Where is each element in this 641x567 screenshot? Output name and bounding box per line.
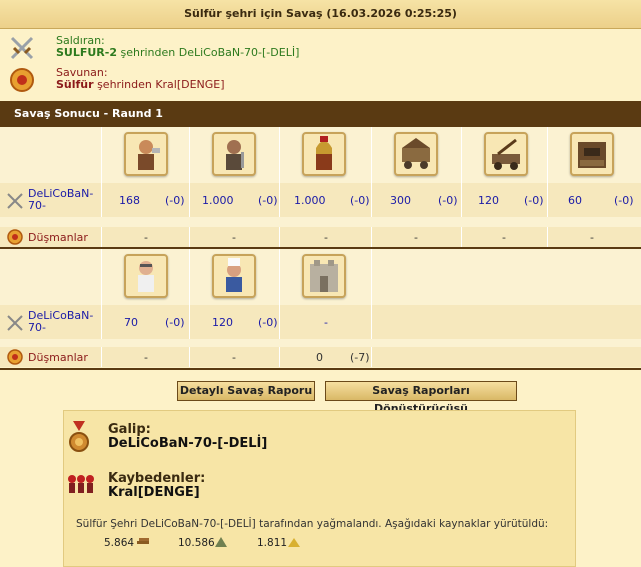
attacker-block: Saldıran: SULFUR-2 şehrinden DeLiCoBaN-7…: [8, 34, 608, 62]
spacer-row: [0, 339, 641, 347]
result-panel: Galip: DeLiCoBaN-70-[-DELİ] Kaybedenler:…: [63, 410, 576, 567]
enemy-value: -: [144, 351, 148, 364]
mortar-icon[interactable]: [570, 132, 614, 176]
unit-cell: [102, 127, 190, 183]
wall-icon[interactable]: [302, 254, 346, 298]
unit-count: 70: [124, 316, 138, 329]
enemy-value: -: [502, 231, 506, 244]
cook-icon[interactable]: [212, 254, 256, 298]
unit-cell: [462, 127, 548, 183]
wood-icon: [137, 538, 149, 544]
unit-count: 1.000: [202, 194, 234, 207]
enemies-label: Düşmanlar: [28, 351, 88, 364]
catapult-icon[interactable]: [484, 132, 528, 176]
unit-image-row: [0, 127, 641, 183]
unit-count: 300: [390, 194, 411, 207]
unit-cell: [548, 127, 641, 183]
unit-loss: (-0): [350, 194, 370, 207]
unit-loss: (-0): [614, 194, 634, 207]
shield-icon: [7, 229, 23, 245]
winner-name: DeLiCoBaN-70-[-DELİ]: [108, 436, 268, 451]
detailed-report-button[interactable]: Detaylı Savaş Raporu: [177, 381, 315, 401]
resource-amount: 10.586: [178, 537, 215, 549]
enemies-label: Düşmanlar: [28, 231, 88, 244]
unit-loss: (-0): [524, 194, 544, 207]
crossed-swords-icon: [10, 36, 34, 60]
unit-count: 1.000: [294, 194, 326, 207]
enemies-row: Düşmanlar - - 0 (-7): [0, 347, 641, 367]
divider: [0, 368, 641, 370]
winner-label: Galip:: [108, 422, 151, 437]
unit-count: 168: [119, 194, 140, 207]
marble-icon: [215, 537, 227, 547]
enemy-value: -: [324, 231, 328, 244]
player-row: DeLiCoBaN-70- 168 (-0) 1.000 (-0) 1.000 (-0…: [0, 183, 641, 217]
report-converter-button[interactable]: Savaş Raporları Dönüştürücüsü: [325, 381, 517, 415]
hoplite-icon[interactable]: [124, 132, 168, 176]
sulfur-icon: [288, 538, 300, 547]
enemy-value: -: [144, 231, 148, 244]
medal-icon: [69, 421, 89, 452]
enemies-row: Düşmanlar - - - - - -: [0, 227, 641, 247]
combat-title: Sülfür şehri için Savaş (16.03.2026 0:25…: [0, 0, 641, 29]
unit-loss: (-0): [165, 194, 185, 207]
defender-description: Sülfür şehrinden Kral[DENGE]: [56, 78, 225, 91]
fallen-soldiers-icon: [68, 475, 94, 493]
crossed-swords-icon: [7, 315, 23, 331]
player-row: DeLiCoBaN-70- 70 (-0) 120 (-0) -: [0, 305, 641, 339]
player-name-link[interactable]: DeLiCoBaN-70-: [28, 310, 101, 334]
attacker-rest: şehrinden DeLiCoBaN-70-[-DELİ]: [117, 46, 300, 59]
player-name-link[interactable]: DeLiCoBaN-70-: [28, 188, 101, 212]
ram-icon[interactable]: [394, 132, 438, 176]
losers-label: Kaybedenler:: [108, 471, 206, 486]
enemy-value: -: [232, 231, 236, 244]
enemy-value: -: [414, 231, 418, 244]
defender-rest: şehrinden Kral[DENGE]: [93, 78, 225, 91]
unit-count: 60: [568, 194, 582, 207]
unit-loss: (-0): [258, 316, 278, 329]
enemy-wall-loss: (-7): [350, 351, 370, 364]
resource-amount: 5.864: [104, 537, 135, 549]
enemy-wall-count: 0: [316, 351, 323, 364]
losers-name: Kral[DENGE]: [108, 485, 200, 500]
unit-cell: [280, 127, 372, 183]
resource-amount: 1.811: [257, 537, 288, 549]
attacker-city[interactable]: SULFUR-2: [56, 46, 117, 59]
unit-count: 120: [478, 194, 499, 207]
unit-cell: [190, 127, 280, 183]
unit-cell: [372, 127, 462, 183]
doctor-icon[interactable]: [124, 254, 168, 298]
spacer-row: [0, 217, 641, 227]
unit-loss: (-0): [438, 194, 458, 207]
unit-count: -: [324, 316, 328, 329]
attacker-description: SULFUR-2 şehrinden DeLiCoBaN-70-[-DELİ]: [56, 46, 299, 59]
unit-loss: (-0): [258, 194, 278, 207]
unit-count: 120: [212, 316, 233, 329]
section-title: Savaş Sonucu - Raund 1: [0, 101, 641, 127]
unit-cell: [102, 249, 190, 305]
plunder-text: Sülfür Şehri DeLiCoBaN-70-[-DELİ] tarafı…: [76, 518, 549, 530]
defender-block: Savunan: Sülfür şehrinden Kral[DENGE]: [8, 66, 608, 94]
crossed-swords-icon: [7, 193, 23, 209]
shield-icon: [7, 349, 23, 365]
enemy-value: -: [590, 231, 594, 244]
unit-cell: [280, 249, 372, 305]
defender-city[interactable]: Sülfür: [56, 78, 94, 91]
enemy-value: -: [232, 351, 236, 364]
spartan-icon[interactable]: [302, 132, 346, 176]
swordsman-icon[interactable]: [212, 132, 256, 176]
unit-cell: [190, 249, 280, 305]
unit-image-row: [0, 249, 641, 305]
unit-loss: (-0): [165, 316, 185, 329]
shield-icon: [10, 68, 34, 92]
